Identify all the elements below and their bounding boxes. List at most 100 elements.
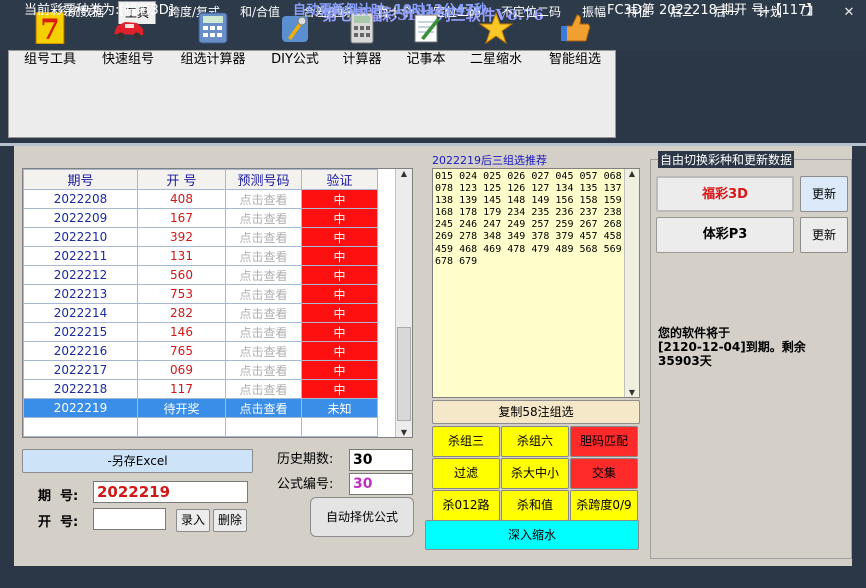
cell-verify: 中 bbox=[301, 379, 378, 399]
status-bar bbox=[0, 566, 866, 588]
status-lottery-type: 当前彩票种类为:[福彩3D] bbox=[24, 3, 174, 18]
auto-formula-button[interactable]: 自动择优公式 bbox=[310, 497, 414, 537]
cell-prediction[interactable]: 点击查看 bbox=[225, 360, 302, 380]
cell-prediction[interactable]: 点击查看 bbox=[225, 246, 302, 266]
kill-sum-button[interactable]: 杀和值 bbox=[501, 490, 569, 521]
cell-prediction[interactable]: 点击查看 bbox=[225, 284, 302, 304]
cell-period: 2022216 bbox=[23, 341, 138, 361]
table-row[interactable]: 2022218 117 点击查看中 bbox=[23, 379, 378, 399]
cell-prediction[interactable]: 点击查看 bbox=[225, 189, 302, 209]
header-prediction[interactable]: 预测号码 bbox=[225, 169, 302, 190]
cell-prediction[interactable]: 点击查看 bbox=[225, 208, 302, 228]
scroll-down-icon[interactable]: ▼ bbox=[625, 388, 639, 397]
expire-notice: 您的软件将于 [2120-12-04]到期。剩余 35903天 bbox=[658, 326, 806, 368]
cell-prediction[interactable]: 点击查看 bbox=[225, 303, 302, 323]
cell-verify: 中 bbox=[301, 189, 378, 209]
header-verify[interactable]: 验证 bbox=[301, 169, 378, 190]
cell-verify: 中 bbox=[301, 246, 378, 266]
scroll-thumb[interactable] bbox=[397, 327, 411, 421]
open-label: 开 号: bbox=[38, 515, 79, 530]
cell-period: 2022211 bbox=[23, 246, 138, 266]
fc3d-button[interactable]: 福彩3D bbox=[656, 176, 794, 212]
export-excel-button[interactable]: -另存Excel bbox=[22, 449, 253, 473]
table-row[interactable]: 2022214 282 点击查看中 bbox=[23, 303, 378, 323]
history-label: 历史期数: bbox=[277, 452, 334, 467]
cell-prediction[interactable]: 点击查看 bbox=[225, 227, 302, 247]
status-countdown: 自动更新倒计时: 10时12分47秒 bbox=[293, 3, 487, 18]
cell-verify: 中 bbox=[301, 303, 378, 323]
p3-button[interactable]: 体彩P3 bbox=[656, 217, 794, 253]
open-input[interactable] bbox=[93, 508, 166, 530]
cell-prediction[interactable]: 点击查看 bbox=[225, 398, 302, 418]
cell-prediction[interactable]: 点击查看 bbox=[225, 265, 302, 285]
scroll-up-icon[interactable]: ▲ bbox=[396, 169, 412, 178]
table-row[interactable]: 2022217 069 点击查看中 bbox=[23, 360, 378, 380]
kill-size-button[interactable]: 杀大中小 bbox=[501, 458, 569, 489]
cell-period: 2022209 bbox=[23, 208, 138, 228]
intersection-button[interactable]: 交集 bbox=[570, 458, 638, 489]
copy-group-button[interactable]: 复制58注组选 bbox=[432, 400, 640, 424]
table-header: 期号 开 号 预测号码 验证 bbox=[23, 169, 378, 190]
kill-group-three-button[interactable]: 杀组三 bbox=[432, 426, 500, 457]
cell-period: 2022219 bbox=[23, 398, 138, 418]
cell-period: 2022217 bbox=[23, 360, 138, 380]
close-button[interactable]: ✕ bbox=[836, 4, 862, 22]
recommend-scrollbar[interactable]: ▲ ▼ bbox=[624, 169, 639, 397]
thumbs-up-icon bbox=[558, 12, 592, 44]
cell-prediction[interactable]: 点击查看 bbox=[225, 379, 302, 399]
cell-verify: 中 bbox=[301, 341, 378, 361]
table-row[interactable]: 2022216 765 点击查看中 bbox=[23, 341, 378, 361]
tool-two-star-shrink[interactable]: 二星缩水 bbox=[466, 11, 526, 82]
kill-012-button[interactable]: 杀012路 bbox=[432, 490, 500, 521]
cell-verify: 中 bbox=[301, 265, 378, 285]
formula-label: 公式编号: bbox=[277, 477, 334, 492]
table-row[interactable]: 2022208 408 点击查看中 bbox=[23, 189, 378, 209]
cell-prediction[interactable]: 点击查看 bbox=[225, 341, 302, 361]
table-row[interactable]: 2022212 560 点击查看中 bbox=[23, 265, 378, 285]
cell-period: 2022214 bbox=[23, 303, 138, 323]
table-row[interactable]: 2022209 167 点击查看中 bbox=[23, 208, 378, 228]
history-input[interactable]: 30 bbox=[349, 449, 413, 471]
header-period[interactable]: 期号 bbox=[23, 169, 138, 190]
table-row-empty bbox=[23, 417, 378, 437]
switch-title: 自由切换彩种和更新数据 bbox=[658, 151, 795, 168]
dan-match-button[interactable]: 胆码匹配 bbox=[570, 426, 638, 457]
table-row[interactable]: 2022215 146 点击查看中 bbox=[23, 322, 378, 342]
status-last-draw: FC3D第 2022218 期开 号:【117】 bbox=[607, 3, 820, 18]
cell-number: 408 bbox=[137, 189, 226, 209]
update-fc3d-button[interactable]: 更新 bbox=[800, 176, 848, 212]
table-row[interactable]: 2022210 392 点击查看中 bbox=[23, 227, 378, 247]
period-input[interactable]: 2022219 bbox=[93, 481, 248, 503]
kill-group-six-button[interactable]: 杀组六 bbox=[501, 426, 569, 457]
tool-diy-formula[interactable]: DIY公式 bbox=[266, 12, 324, 82]
draw-history-table: 期号 开 号 预测号码 验证 2022208 408 点击查看中 2022209 16… bbox=[22, 168, 413, 438]
cell-verify: 中 bbox=[301, 360, 378, 380]
filter-button[interactable]: 过滤 bbox=[432, 458, 500, 489]
cell-number: 131 bbox=[137, 246, 226, 266]
cell-period: 2022215 bbox=[23, 322, 138, 342]
delete-button[interactable]: 删除 bbox=[213, 509, 247, 532]
cell-verify: 中 bbox=[301, 208, 378, 228]
cell-number: 069 bbox=[137, 360, 226, 380]
tool-quick-group[interactable]: 快速组号 bbox=[98, 12, 158, 82]
tool-group-calculator[interactable]: 组选计算器 bbox=[176, 12, 250, 82]
scroll-up-icon[interactable]: ▲ bbox=[625, 169, 639, 178]
header-open-number[interactable]: 开 号 bbox=[137, 169, 226, 190]
table-row-current[interactable]: 2022219 待开奖 点击查看 未知 bbox=[23, 398, 378, 418]
scroll-down-icon[interactable]: ▼ bbox=[396, 428, 412, 437]
table-row[interactable]: 2022213 753 点击查看中 bbox=[23, 284, 378, 304]
tool-smart-group[interactable]: 智能组选 bbox=[544, 12, 606, 82]
cell-verify: 中 bbox=[301, 227, 378, 247]
tool-notepad[interactable]: 记事本 bbox=[402, 12, 450, 82]
tool-number-group[interactable]: 7 组号工具 bbox=[20, 11, 80, 82]
deep-shrink-button[interactable]: 深入缩水 bbox=[425, 520, 639, 550]
enter-button[interactable]: 录入 bbox=[176, 509, 210, 532]
cell-prediction[interactable]: 点击查看 bbox=[225, 322, 302, 342]
table-row[interactable]: 2022211 131 点击查看中 bbox=[23, 246, 378, 266]
formula-input[interactable]: 30 bbox=[349, 473, 413, 495]
update-p3-button[interactable]: 更新 bbox=[800, 217, 848, 253]
cell-period: 2022212 bbox=[23, 265, 138, 285]
tool-calculator[interactable]: 计算器 bbox=[338, 12, 386, 82]
table-scrollbar[interactable]: ▲ ▼ bbox=[395, 169, 412, 437]
kill-span-button[interactable]: 杀跨度0/9 bbox=[570, 490, 638, 521]
